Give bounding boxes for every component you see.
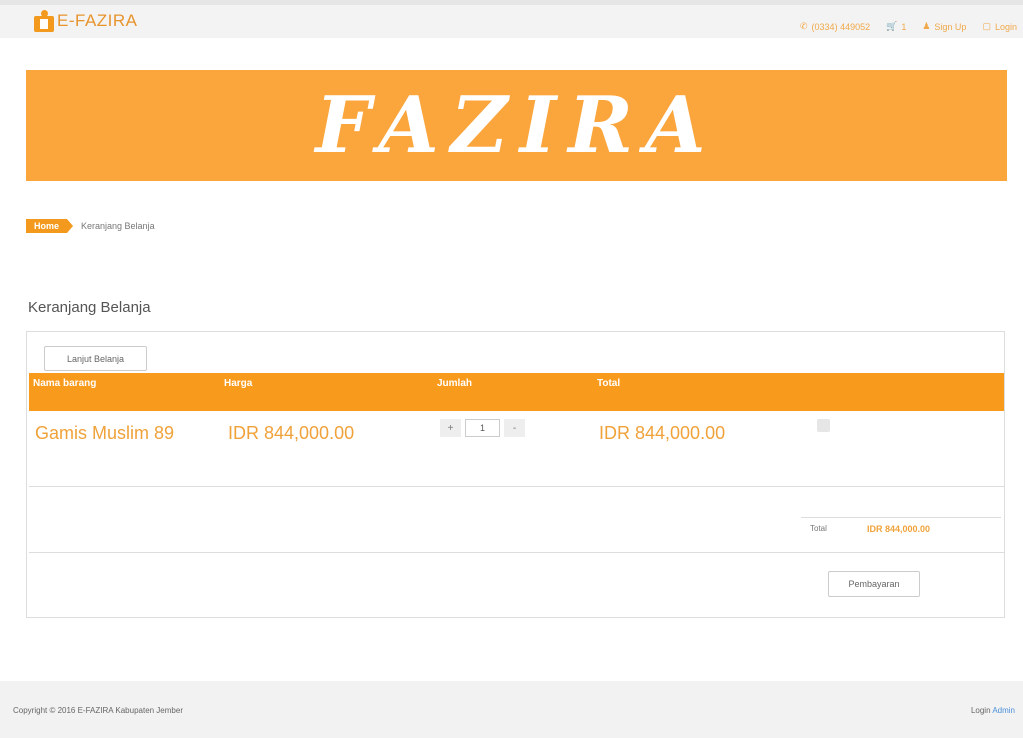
top-navbar: E-FAZIRA ✆ (0334) 449052 🛒 1 ♟ Sign Up ▢… — [0, 0, 1023, 38]
cart-table-header: Nama barang Harga Jumlah Total — [29, 373, 1004, 411]
phone-icon: ✆ — [800, 21, 808, 31]
column-header-name: Nama barang — [33, 378, 97, 389]
cart-icon: 🛒 — [886, 21, 898, 31]
footer-login-label: Login — [970, 706, 991, 715]
user-icon: ♟ — [922, 21, 931, 31]
cart-link[interactable]: 🛒 1 — [886, 21, 906, 32]
cart-count: 1 — [901, 21, 907, 32]
phone-link[interactable]: ✆ (0334) 449052 — [800, 21, 870, 32]
item-name-link[interactable]: Gamis Muslim 89 — [35, 419, 195, 447]
footer-copyright: Copyright © 2016 E-FAZIRA Kabupaten Jemb… — [13, 706, 183, 715]
item-price: IDR 844,000.00 — [228, 423, 355, 443]
item-total: IDR 844,000.00 — [599, 423, 726, 443]
total-value: IDR 844,000.00 — [867, 524, 931, 534]
column-header-total: Total — [597, 378, 621, 389]
cart-panel: Lanjut Belanja Nama barang Harga Jumlah … — [26, 331, 1005, 618]
footer-login-link[interactable]: Login Admin — [971, 706, 1015, 715]
hero-banner: FAZIRA — [26, 70, 1007, 181]
checkout-button[interactable]: Pembayaran — [828, 571, 920, 597]
login-label: Login — [994, 21, 1017, 32]
signup-label: Sign Up — [934, 21, 967, 32]
page-title: Keranjang Belanja — [28, 299, 151, 316]
cart-total-row: Total IDR 844,000.00 — [29, 487, 1004, 553]
quantity-stepper: + - — [440, 419, 525, 437]
total-label: Total — [810, 524, 827, 533]
footer: Copyright © 2016 E-FAZIRA Kabupaten Jemb… — [0, 681, 1023, 738]
top-nav-links: ✆ (0334) 449052 🛒 1 ♟ Sign Up ▢ Login — [800, 21, 1017, 32]
column-header-qty: Jumlah — [437, 378, 473, 389]
qty-increase-button[interactable]: + — [440, 419, 461, 437]
table-row: Gamis Muslim 89 IDR 844,000.00 + - IDR 8… — [29, 411, 1004, 487]
breadcrumb: Home Keranjang Belanja — [26, 219, 155, 233]
breadcrumb-current: Keranjang Belanja — [81, 221, 155, 231]
total-divider — [801, 517, 1001, 518]
qty-input[interactable] — [465, 419, 500, 437]
footer-admin-label: Admin — [992, 706, 1015, 715]
brand-name: E-FAZIRA — [57, 11, 138, 30]
signup-link[interactable]: ♟ Sign Up — [922, 21, 966, 32]
brand-link[interactable]: E-FAZIRA — [34, 10, 138, 32]
remove-item-icon[interactable] — [817, 419, 830, 432]
brand-logo-icon — [34, 10, 54, 32]
phone-number: (0334) 449052 — [811, 21, 871, 32]
continue-shopping-button[interactable]: Lanjut Belanja — [44, 346, 147, 371]
column-header-price: Harga — [224, 378, 253, 389]
qty-decrease-button[interactable]: - — [504, 419, 525, 437]
login-link[interactable]: ▢ Login — [982, 21, 1017, 32]
lock-icon: ▢ — [982, 21, 991, 31]
banner-title: FAZIRA — [315, 80, 718, 171]
breadcrumb-home[interactable]: Home — [26, 219, 74, 233]
